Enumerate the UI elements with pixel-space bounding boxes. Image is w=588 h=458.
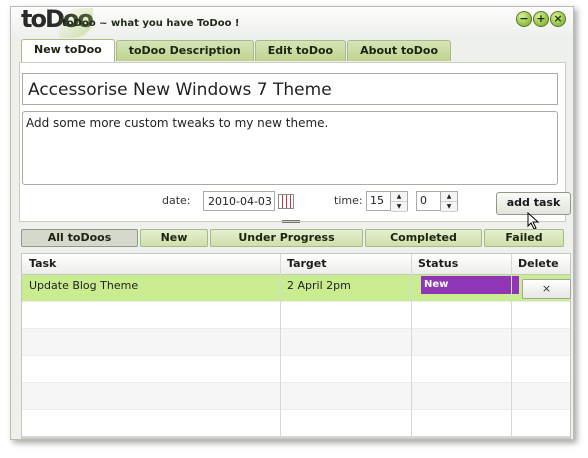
app-logo: toDoo (19, 5, 94, 38)
main-tabs: New toDoo toDoo Description Edit toDoo A… (21, 39, 452, 62)
app-window: toDoo toDoo ~ what you have ToDoo ! − + … (10, 5, 574, 440)
filter-completed[interactable]: Completed (365, 229, 482, 247)
table-bottom-edge (22, 436, 570, 438)
filter-under-progress[interactable]: Under Progress (210, 229, 363, 247)
column-divider (411, 254, 412, 438)
minute-down-icon[interactable]: ▼ (441, 202, 457, 212)
tab-todoo-description[interactable]: toDoo Description (115, 40, 254, 61)
minimize-button[interactable]: − (516, 11, 532, 27)
date-field[interactable]: 2010-04-03 (203, 191, 275, 211)
hour-stepper-buttons: ▲ ▼ (390, 192, 407, 212)
filter-all-todoos[interactable]: All toDoos (21, 229, 138, 247)
column-divider (511, 254, 512, 438)
header-status[interactable]: Status (411, 254, 511, 274)
header-target[interactable]: Target (280, 254, 411, 274)
hour-up-icon[interactable]: ▲ (391, 192, 407, 202)
minute-value: 0 (420, 194, 427, 207)
todoo-table: Task Target Status Delete Update Blog Th… (21, 253, 571, 439)
target-cell: 2 April 2pm (287, 279, 351, 292)
header-task[interactable]: Task (22, 254, 280, 274)
date-label: date: (162, 194, 191, 207)
hour-value: 15 (370, 194, 384, 207)
new-todoo-panel: Accessorise New Windows 7 Theme Add some… (19, 62, 571, 222)
title-bar[interactable]: toDoo toDoo ~ what you have ToDoo ! − + … (11, 5, 573, 41)
tab-new-todoo[interactable]: New toDoo (21, 39, 115, 62)
minute-stepper-buttons: ▲ ▼ (440, 192, 457, 212)
calendar-icon[interactable] (278, 194, 294, 209)
maximize-button[interactable]: + (533, 11, 549, 27)
table-row[interactable]: Update Blog Theme 2 April 2pm New × (22, 275, 571, 302)
empty-row (22, 356, 570, 383)
time-label: time: (334, 194, 363, 207)
minute-up-icon[interactable]: ▲ (441, 192, 457, 202)
filter-new[interactable]: New (140, 229, 208, 247)
task-cell: Update Blog Theme (29, 279, 139, 292)
empty-row (22, 410, 570, 437)
task-description-input[interactable]: Add some more custom tweaks to my new th… (22, 111, 558, 185)
empty-row (22, 383, 570, 410)
filter-tabs: All toDoos New Under Progress Completed … (21, 229, 570, 247)
empty-row (22, 302, 570, 329)
schedule-row: date: 2010-04-03 time: 15 ▲ ▼ 0 ▲ ▼ add … (20, 191, 571, 215)
task-title-input[interactable]: Accessorise New Windows 7 Theme (22, 73, 558, 105)
table-header: Task Target Status Delete (22, 254, 570, 275)
hour-down-icon[interactable]: ▼ (391, 202, 407, 212)
app-title: toDoo ~ what you have ToDoo ! (62, 18, 240, 29)
splitter-handle[interactable] (282, 219, 300, 225)
tab-edit-todoo[interactable]: Edit toDoo (254, 40, 347, 61)
hour-stepper[interactable]: 15 ▲ ▼ (366, 191, 408, 212)
filter-failed[interactable]: Failed (484, 229, 564, 247)
tab-about-todoo[interactable]: About toDoo (347, 40, 452, 61)
status-badge: New (421, 276, 519, 294)
mouse-cursor-icon (527, 212, 540, 230)
empty-row (22, 329, 570, 356)
header-delete[interactable]: Delete (511, 254, 570, 274)
minute-stepper[interactable]: 0 ▲ ▼ (416, 191, 458, 212)
window-controls: − + × (516, 11, 566, 27)
close-button[interactable]: × (550, 11, 566, 27)
delete-button[interactable]: × (522, 279, 571, 299)
column-divider (280, 254, 281, 438)
